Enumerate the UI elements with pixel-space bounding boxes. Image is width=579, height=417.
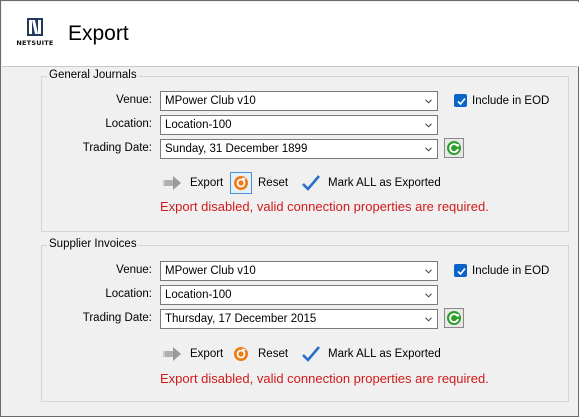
export-button[interactable]: Export	[162, 172, 223, 194]
venue-combobox[interactable]: MPower Club v10	[160, 261, 438, 281]
venue-value: MPower Club v10	[165, 95, 256, 107]
venue-label: Venue:	[116, 94, 152, 106]
reset-button[interactable]: Reset	[230, 343, 288, 365]
checkbox-checked-icon	[454, 264, 467, 277]
location-value: Location-100	[165, 289, 232, 301]
general-journals-group: General Journals Venue: MPower Club v10 …	[41, 69, 569, 232]
include-eod-label: Include in EOD	[472, 264, 550, 277]
page-title: Export	[68, 22, 129, 45]
checkmark-icon	[300, 343, 322, 365]
mark-all-exported-button[interactable]: Mark ALL as Exported	[300, 343, 441, 365]
group-legend: Supplier Invoices	[47, 238, 139, 250]
export-error-message: Export disabled, valid connection proper…	[160, 371, 489, 386]
netsuite-logo-text: NETSUITE	[16, 39, 54, 47]
location-label: Location:	[105, 118, 152, 130]
checkmark-icon	[300, 172, 322, 194]
venue-value: MPower Club v10	[165, 265, 256, 277]
trading-date-picker[interactable]: Sunday, 31 December 1899	[160, 139, 438, 159]
location-combobox[interactable]: Location-100	[160, 285, 438, 305]
chevron-down-icon	[425, 317, 432, 322]
location-value: Location-100	[165, 119, 232, 131]
reset-icon	[230, 172, 252, 194]
mark-all-label: Mark ALL as Exported	[328, 348, 441, 360]
refresh-icon	[447, 141, 461, 155]
export-arrow-icon	[162, 343, 184, 365]
include-eod-checkbox[interactable]: Include in EOD	[454, 94, 549, 107]
chevron-down-icon	[425, 293, 432, 298]
export-arrow-icon	[162, 172, 184, 194]
trading-date-value: Sunday, 31 December 1899	[165, 143, 308, 155]
mark-all-exported-button[interactable]: Mark ALL as Exported	[300, 172, 441, 194]
group-legend: General Journals	[47, 69, 139, 81]
reset-icon	[230, 343, 252, 365]
header: NETSUITE Export	[2, 2, 579, 67]
netsuite-logo-mark	[27, 18, 43, 36]
chevron-down-icon	[425, 269, 432, 274]
reset-label: Reset	[258, 348, 289, 360]
checkbox-checked-icon	[454, 94, 467, 107]
netsuite-logo: NETSUITE	[12, 18, 58, 52]
export-label: Export	[190, 348, 224, 360]
mark-all-label: Mark ALL as Exported	[328, 177, 441, 189]
chevron-down-icon	[425, 123, 432, 128]
reset-label: Reset	[258, 177, 289, 189]
location-combobox[interactable]: Location-100	[160, 115, 438, 135]
trading-date-label: Trading Date:	[82, 312, 152, 324]
export-label: Export	[190, 177, 224, 189]
export-button[interactable]: Export	[162, 343, 223, 365]
trading-date-picker[interactable]: Thursday, 17 December 2015	[160, 309, 438, 329]
reset-button[interactable]: Reset	[230, 172, 288, 194]
chevron-down-icon	[425, 99, 432, 104]
include-eod-label: Include in EOD	[472, 94, 550, 107]
venue-label: Venue:	[116, 264, 152, 276]
venue-combobox[interactable]: MPower Club v10	[160, 91, 438, 111]
export-error-message: Export disabled, valid connection proper…	[160, 199, 489, 214]
chevron-down-icon	[425, 147, 432, 152]
export-window: NETSUITE Export General Journals Venue: …	[0, 0, 579, 417]
refresh-date-button[interactable]	[444, 308, 464, 328]
trading-date-value: Thursday, 17 December 2015	[165, 313, 317, 325]
trading-date-label: Trading Date:	[82, 142, 152, 154]
supplier-invoices-group: Supplier Invoices Venue: MPower Club v10…	[41, 238, 569, 402]
refresh-date-button[interactable]	[444, 138, 464, 158]
refresh-icon	[447, 311, 461, 325]
location-label: Location:	[105, 288, 152, 300]
include-eod-checkbox[interactable]: Include in EOD	[454, 264, 549, 277]
